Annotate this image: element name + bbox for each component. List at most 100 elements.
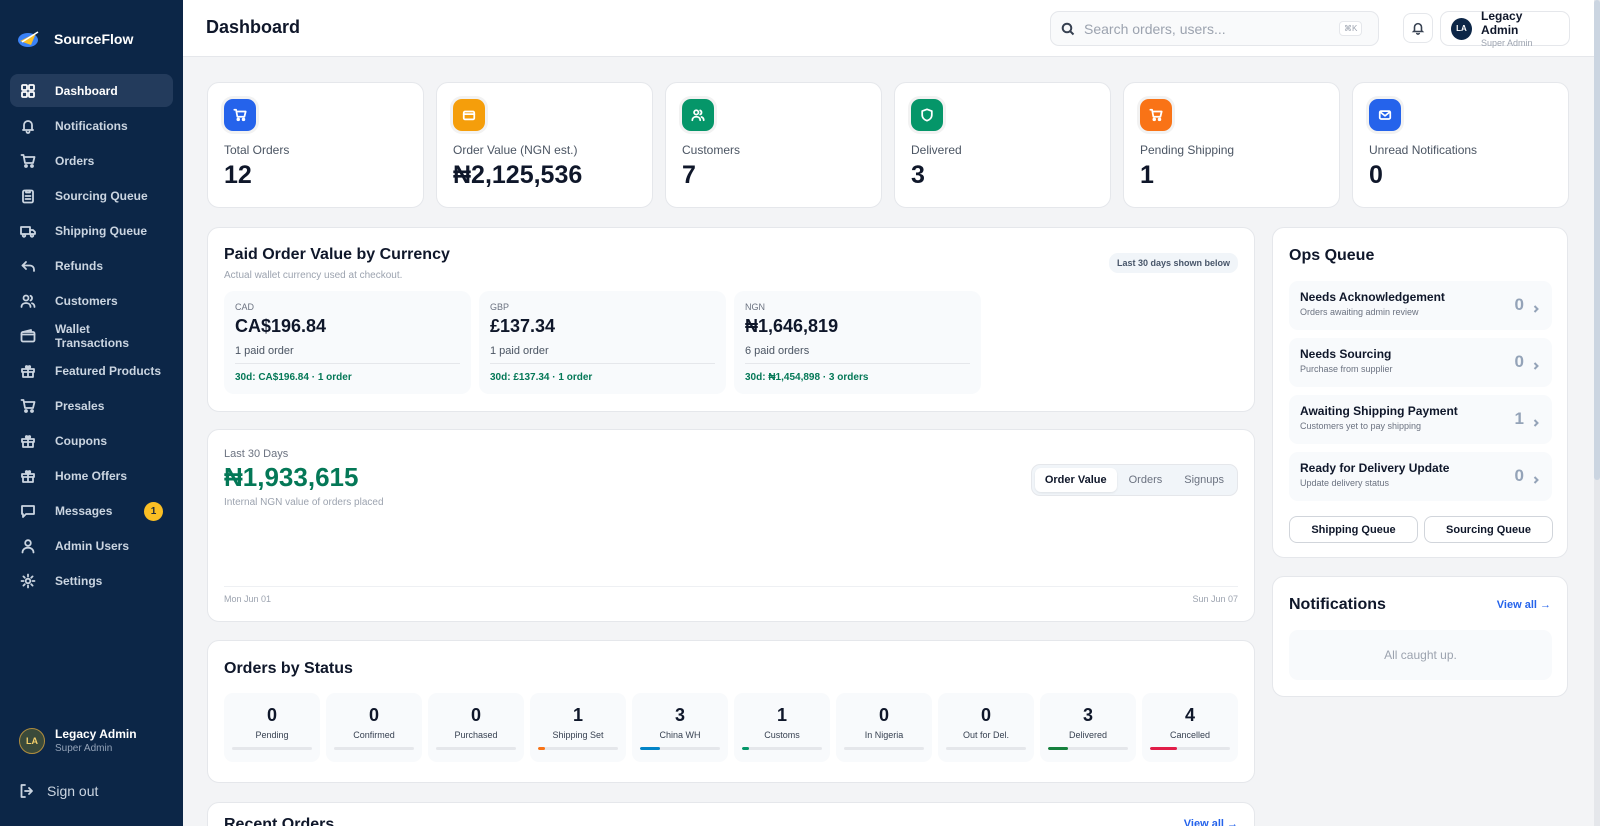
ops-item-awaiting-shipping-payment[interactable]: Awaiting Shipping Payment Customers yet …	[1289, 395, 1552, 444]
status-name: Purchased	[454, 730, 498, 740]
status-progress-fill	[538, 747, 545, 750]
sidebar-item-customers[interactable]: Customers	[10, 284, 173, 317]
search-input[interactable]	[1084, 20, 1339, 37]
status-count: 0	[980, 705, 991, 725]
sidebar-item-home-offers[interactable]: Home Offers	[10, 459, 173, 492]
sidebar-item-sourcing-queue[interactable]: Sourcing Queue	[10, 179, 173, 212]
status-name: Confirmed	[353, 730, 395, 740]
status-progress-bar	[844, 747, 924, 750]
status-tile[interactable]: 0 Out for Del.	[938, 693, 1034, 762]
tab-order-value[interactable]: Order Value	[1034, 468, 1117, 492]
stat-card-order-value[interactable]: Order Value (NGN est.) ₦2,125,536	[436, 82, 653, 208]
trend-subtitle: Internal NGN value of orders placed	[224, 497, 384, 508]
chart-baseline	[224, 586, 1238, 587]
ops-item-count: 0	[1514, 466, 1524, 485]
topbar: Dashboard ⌘K LA Legacy Admin Super Admin	[183, 0, 1600, 57]
status-tile[interactable]: 0 In Nigeria	[836, 693, 932, 762]
sidebar-item-messages[interactable]: Messages 1	[10, 494, 173, 527]
sidebar-item-dashboard[interactable]: Dashboard	[10, 74, 173, 107]
sidebar-item-coupons[interactable]: Coupons	[10, 424, 173, 457]
sidebar-item-shipping-queue[interactable]: Shipping Queue	[10, 214, 173, 247]
ops-item-needs-sourcing[interactable]: Needs Sourcing Purchase from supplier 0	[1289, 338, 1552, 387]
status-tile[interactable]: 4 Cancelled	[1142, 693, 1238, 762]
sidebar-item-presales[interactable]: Presales	[10, 389, 173, 422]
sidebar-item-refunds[interactable]: Refunds	[10, 249, 173, 282]
status-count: 3	[1082, 705, 1093, 725]
sidebar-item-label: Featured Products	[55, 363, 162, 378]
shipping-queue-button[interactable]: Shipping Queue	[1289, 516, 1418, 543]
section-title: Paid Order Value by Currency	[224, 246, 450, 263]
sidebar-item-wallet-transactions[interactable]: Wallet Transactions	[10, 319, 173, 352]
ops-item-needs-acknowledgement[interactable]: Needs Acknowledgement Orders awaiting ad…	[1289, 281, 1552, 330]
brand[interactable]: SourceFlow	[0, 0, 183, 58]
shortcut-hint: ⌘K	[1339, 21, 1363, 36]
chevron-right-icon	[1532, 300, 1540, 313]
status-count: 0	[368, 705, 379, 725]
status-progress-fill	[1048, 747, 1068, 750]
sidebar-user[interactable]: LA Legacy Admin Super Admin	[19, 727, 137, 754]
sidebar-item-notifications[interactable]: Notifications	[10, 109, 173, 142]
sourcing-queue-button[interactable]: Sourcing Queue	[1424, 516, 1553, 543]
search-box[interactable]: ⌘K	[1050, 11, 1379, 46]
status-tile[interactable]: 0 Confirmed	[326, 693, 422, 762]
stat-card-unread-notifications[interactable]: Unread Notifications 0	[1352, 82, 1569, 208]
currency-amount: £137.34	[490, 316, 556, 336]
status-tile[interactable]: 1 Shipping Set	[530, 693, 626, 762]
status-tile[interactable]: 0 Purchased	[428, 693, 524, 762]
grid-icon	[20, 83, 36, 99]
status-name: Cancelled	[1169, 730, 1211, 740]
tab-orders[interactable]: Orders	[1119, 468, 1173, 492]
sidebar-item-label: Settings	[55, 573, 103, 588]
gift-icon	[20, 363, 36, 379]
tab-signups[interactable]: Signups	[1174, 468, 1234, 492]
ops-item-count: 0	[1514, 295, 1524, 314]
chevron-right-icon	[1532, 414, 1540, 427]
ops-item-desc: Orders awaiting admin review	[1300, 307, 1419, 317]
sidebar-item-label: Orders	[55, 153, 95, 168]
stat-value: 1	[1140, 161, 1154, 189]
status-tile[interactable]: 3 China WH	[632, 693, 728, 762]
trend-card: Last 30 Days ₦1,933,615 Internal NGN val…	[207, 429, 1255, 622]
status-tile[interactable]: 3 Delivered	[1040, 693, 1136, 762]
status-count: 0	[878, 705, 889, 725]
status-tile[interactable]: 1 Customs	[734, 693, 830, 762]
status-progress-bar	[538, 747, 618, 750]
sidebar-item-orders[interactable]: Orders	[10, 144, 173, 177]
message-icon	[20, 503, 36, 519]
search-icon	[1061, 22, 1075, 35]
view-all-orders-link[interactable]: View all →	[1184, 818, 1238, 826]
user-role: Super Admin	[55, 743, 113, 754]
stat-card-total-orders[interactable]: Total Orders 12	[207, 82, 424, 208]
sidebar-item-admin-users[interactable]: Admin Users	[10, 529, 173, 562]
gift-icon	[20, 433, 36, 449]
status-name: Shipping Set	[552, 730, 604, 740]
sign-out-button[interactable]: Sign out	[19, 783, 98, 799]
scrollbar[interactable]	[1594, 0, 1600, 826]
mail-icon	[1369, 99, 1401, 131]
stat-card-delivered[interactable]: Delivered 3	[894, 82, 1111, 208]
stat-card-customers[interactable]: Customers 7	[665, 82, 882, 208]
sidebar-item-settings[interactable]: Settings	[10, 564, 173, 597]
stat-value: 0	[1369, 161, 1383, 189]
sidebar-item-label: Admin Users	[55, 538, 130, 553]
sidebar-item-label: Refunds	[55, 258, 103, 273]
scrollbar-thumb[interactable]	[1594, 0, 1600, 480]
stat-card-pending-shipping[interactable]: Pending Shipping 1	[1123, 82, 1340, 208]
ops-item-ready-for-delivery-update[interactable]: Ready for Delivery Update Update deliver…	[1289, 452, 1552, 501]
user-menu[interactable]: LA Legacy Admin Super Admin	[1440, 9, 1570, 48]
notifications-button[interactable]	[1403, 13, 1433, 43]
bell-icon	[20, 118, 36, 134]
user-icon	[20, 538, 36, 554]
status-progress-fill	[640, 747, 660, 750]
currency-tile-cad: CAD CA$196.84 1 paid order 30d: CA$196.8…	[224, 291, 471, 394]
page-title: Dashboard	[206, 17, 301, 37]
sidebar-item-label: Coupons	[55, 433, 107, 448]
logo-icon	[18, 31, 39, 47]
view-all-notifications-link[interactable]: View all →	[1497, 599, 1551, 611]
truck-icon	[20, 223, 36, 239]
ops-item-count: 0	[1514, 352, 1524, 371]
sidebar-item-featured-products[interactable]: Featured Products	[10, 354, 173, 387]
stat-label: Total Orders	[224, 143, 290, 157]
clipboard-icon	[20, 188, 36, 204]
status-tile[interactable]: 0 Pending	[224, 693, 320, 762]
